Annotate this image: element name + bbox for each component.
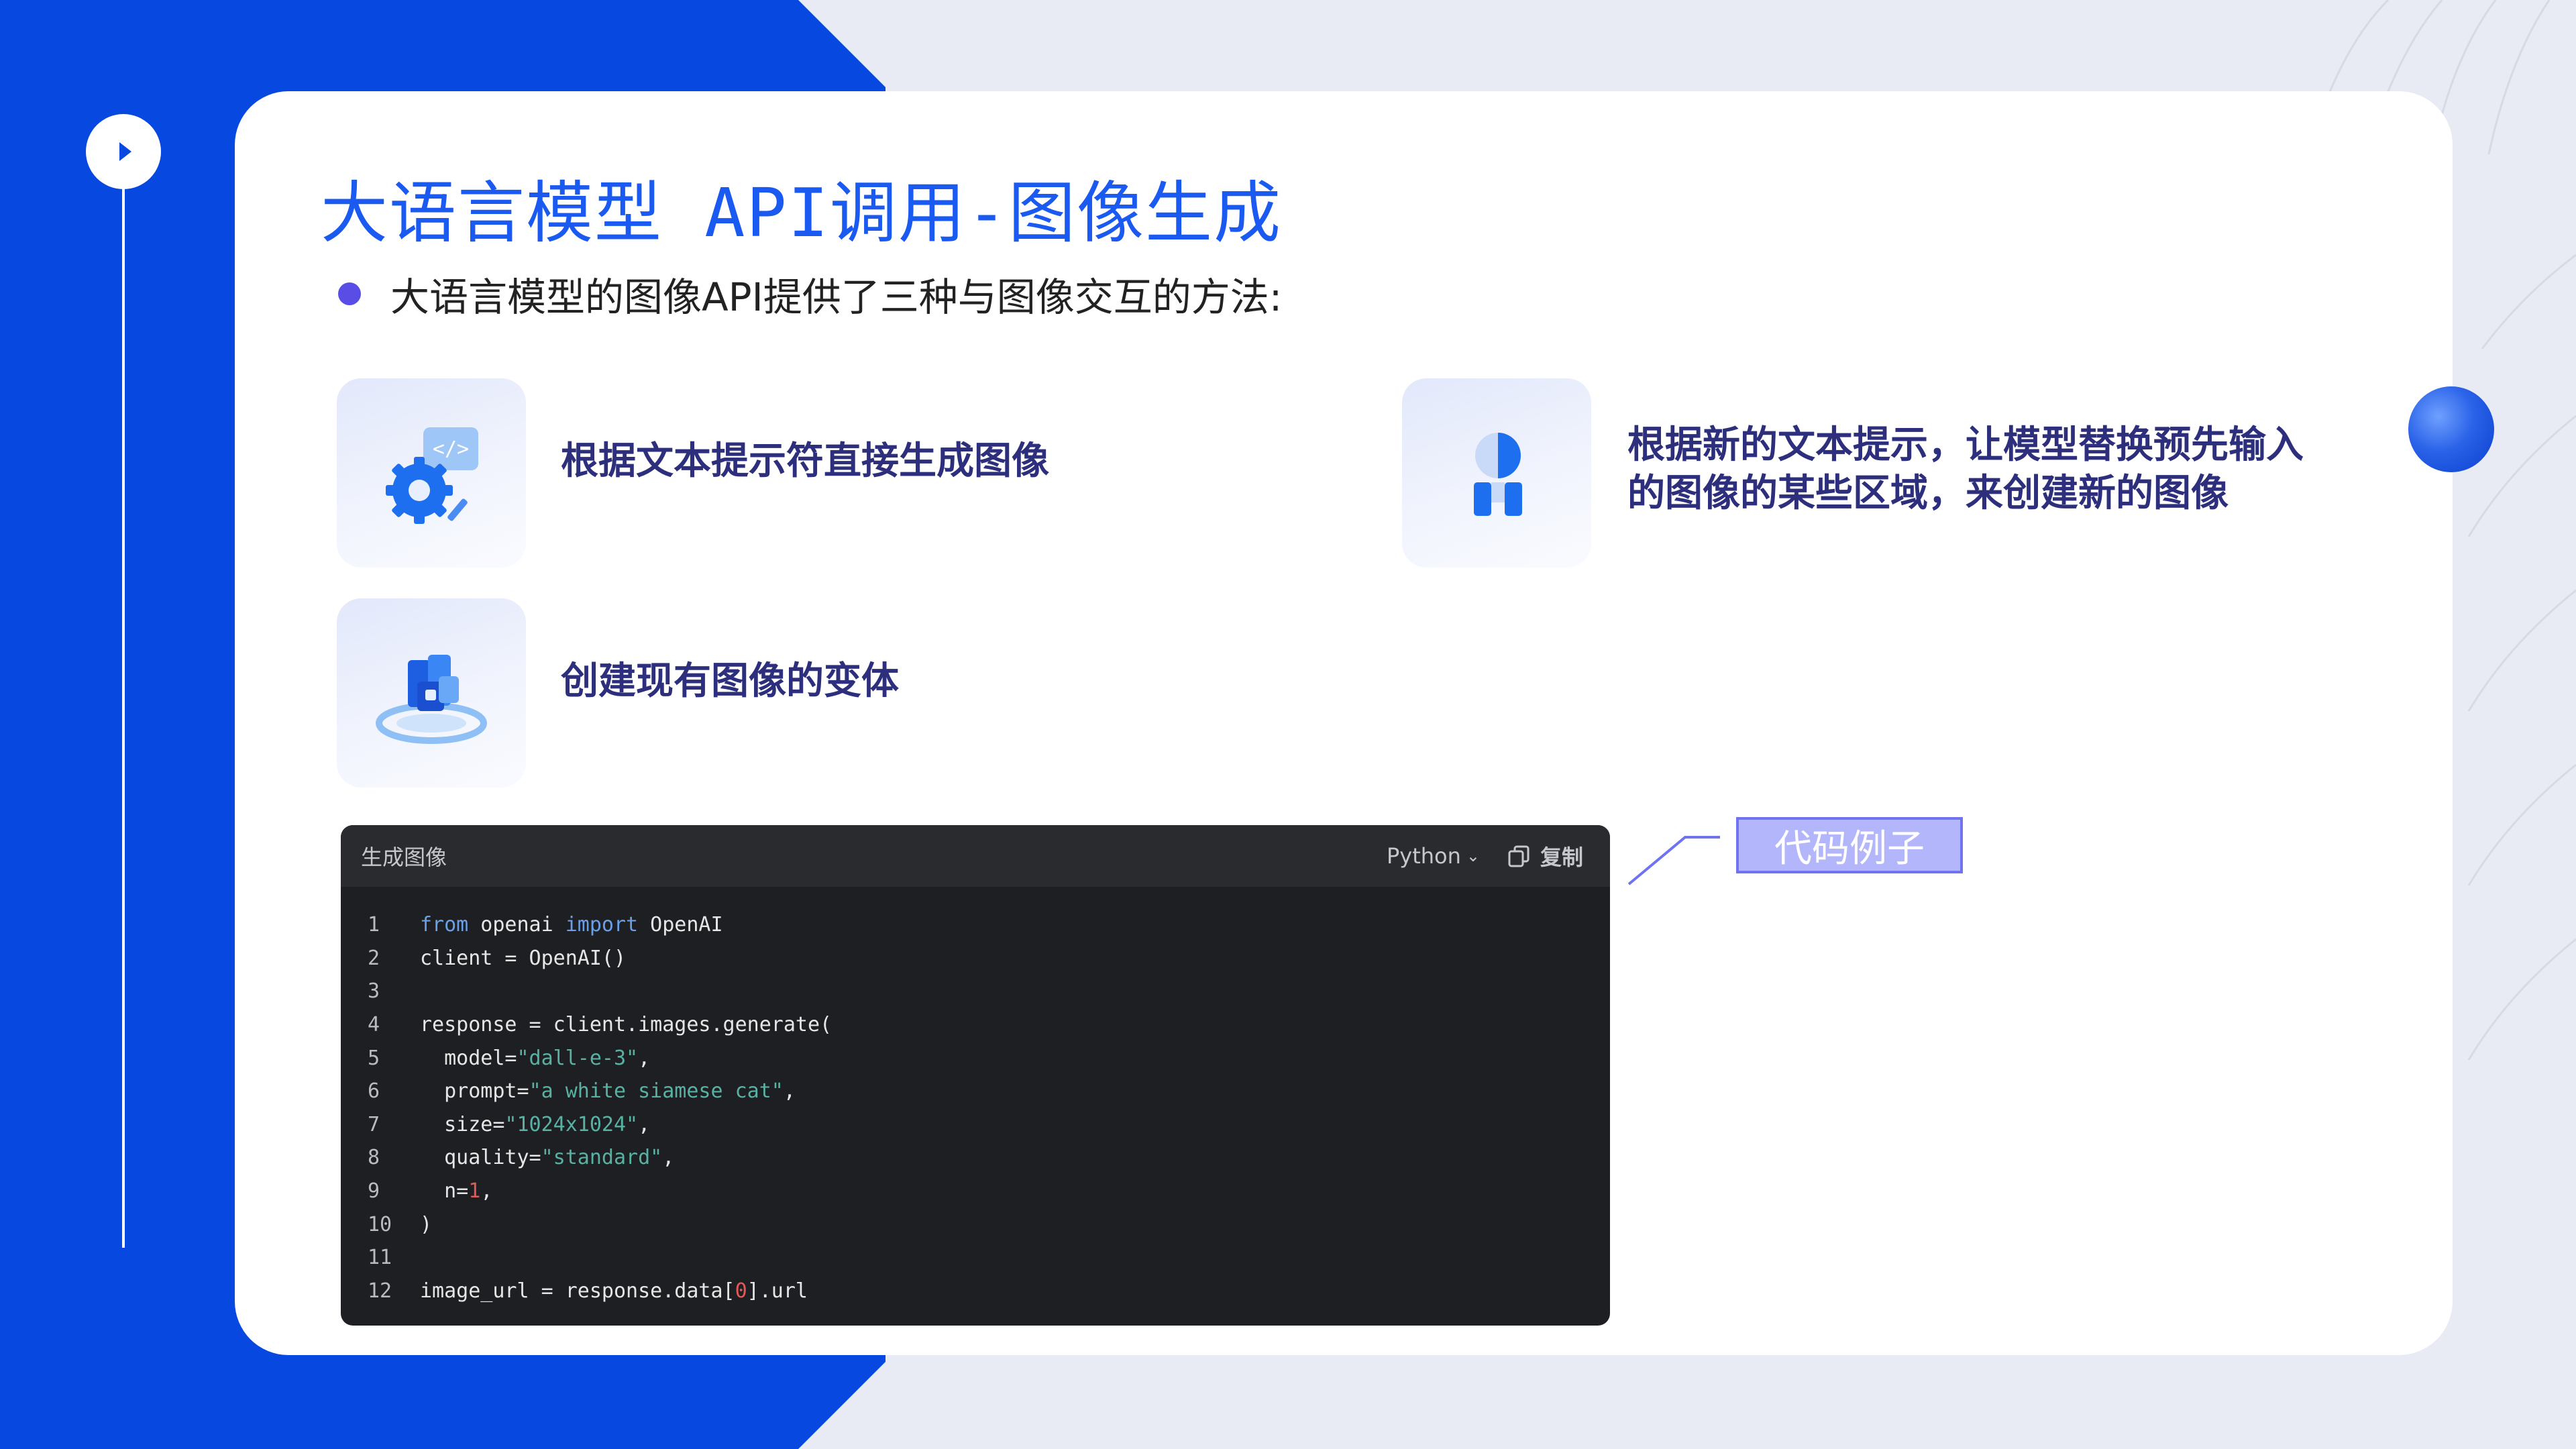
annotation-tag: 代码例子 <box>1736 817 1963 873</box>
line-number: 11 <box>368 1246 392 1270</box>
feature-label-edit: 根据新的文本提示，让模型替换预先输入的图像的某些区域，来创建新的图像 <box>1627 423 2304 515</box>
line-number: 5 <box>368 1046 380 1070</box>
code-body: 1 from openai import OpenAI 2 client = Ope… <box>341 887 1610 1307</box>
code-line: 12 image_url = response.data[0].url <box>368 1275 1610 1308</box>
line-number: 2 <box>368 946 380 970</box>
cubes-stack-icon <box>376 655 487 744</box>
code-block: 生成图像 Python ⌄ 复制 1 from openai import Ope… <box>341 825 1610 1326</box>
line-number: 9 <box>368 1179 380 1203</box>
copy-label: 复制 <box>1540 845 1583 870</box>
feature-tile-generate: </> <box>337 378 526 568</box>
code-header: 生成图像 Python ⌄ 复制 <box>341 825 1610 887</box>
line-number: 6 <box>368 1079 380 1104</box>
line-number: 7 <box>368 1112 380 1136</box>
feature-label-variation: 创建现有图像的变体 <box>561 659 899 703</box>
feature-tile-edit <box>1402 378 1591 568</box>
code-actions: Python ⌄ 复制 <box>1387 841 1583 871</box>
intro-bullet: 大语言模型的图像API提供了三种与图像交互的方法: <box>338 266 1282 322</box>
code-text: quality="standard", <box>420 1146 675 1170</box>
copy-button[interactable]: 复制 <box>1507 841 1583 871</box>
language-select[interactable]: Python ⌄ <box>1387 843 1480 869</box>
line-number: 8 <box>368 1146 380 1170</box>
code-line: 7 size="1024x1024", <box>368 1108 1610 1142</box>
code-line: 6 prompt="a white siamese cat", <box>368 1075 1610 1108</box>
code-text: model="dall-e-3", <box>420 1046 651 1070</box>
code-text: prompt="a white siamese cat", <box>420 1079 796 1104</box>
code-text: n=1, <box>420 1179 493 1203</box>
code-text: client = OpenAI() <box>420 946 627 970</box>
code-line: 2 client = OpenAI() <box>368 942 1610 975</box>
intro-text: 大语言模型的图像API提供了三种与图像交互的方法: <box>390 274 1283 320</box>
feature-tile-variation <box>337 598 526 788</box>
code-title: 生成图像 <box>361 845 447 870</box>
code-line: 8 quality="standard", <box>368 1141 1610 1175</box>
annotation-pointer-line <box>1627 836 1720 885</box>
code-line: 5 model="dall-e-3", <box>368 1041 1610 1075</box>
line-number: 4 <box>368 1013 380 1037</box>
svg-text:</>: </> <box>433 437 469 461</box>
feature-label-generate: 根据文本提示符直接生成图像 <box>561 439 1049 483</box>
line-number: 10 <box>368 1212 392 1236</box>
gear-code-icon: </> <box>386 427 478 524</box>
timeline-line <box>122 181 125 1248</box>
code-text: image_url = response.data[0].url <box>420 1279 808 1303</box>
line-number: 12 <box>368 1279 392 1303</box>
code-line: 3 <box>368 975 1610 1008</box>
code-line: 10) <box>368 1208 1610 1241</box>
decorative-orb <box>2408 386 2494 472</box>
code-text: size="1024x1024", <box>420 1112 651 1136</box>
bullet-dot-icon <box>338 282 361 305</box>
timeline-play-marker <box>86 114 161 189</box>
code-text: ) <box>420 1212 433 1236</box>
line-number: 1 <box>368 913 380 937</box>
code-line: 4 response = client.images.generate( <box>368 1008 1610 1042</box>
copy-icon <box>1508 845 1529 867</box>
page-title: 大语言模型 API调用-图像生成 <box>321 174 1283 252</box>
code-text: response = client.images.generate( <box>420 1013 833 1037</box>
code-line: 1 from openai import OpenAI <box>368 908 1610 942</box>
language-label: Python <box>1386 843 1461 869</box>
code-line: 9 n=1, <box>368 1175 1610 1208</box>
code-line: 11 <box>368 1241 1610 1275</box>
line-number: 3 <box>368 979 380 1004</box>
annotation-label: 代码例子 <box>1774 826 1925 871</box>
play-icon <box>119 142 131 161</box>
code-text: from openai import OpenAI <box>420 913 723 937</box>
user-edit-icon <box>1474 433 1522 516</box>
chevron-down-icon: ⌄ <box>1466 847 1480 865</box>
